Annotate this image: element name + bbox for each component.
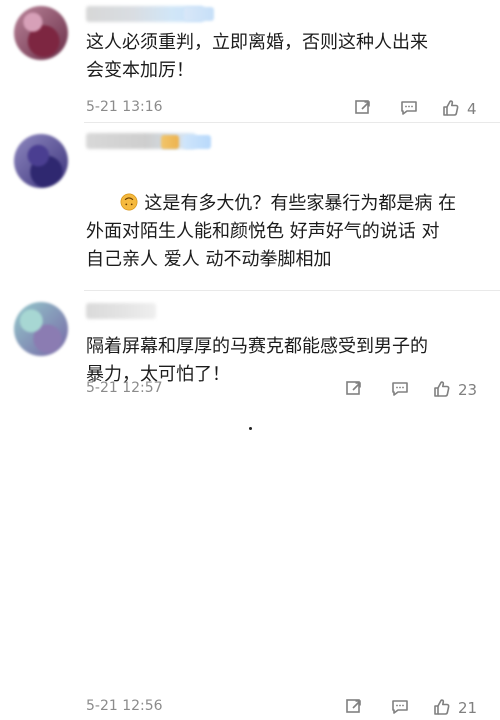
comment-button[interactable] <box>390 696 410 718</box>
comment-button[interactable] <box>399 97 419 119</box>
timestamp: 5-21 12:56 <box>86 698 163 714</box>
like-icon <box>443 100 459 116</box>
comment-meta: 5-21 13:16 4 <box>86 97 477 121</box>
share-button[interactable] <box>344 696 364 718</box>
page-indicator-dot <box>249 427 252 430</box>
comment-text: 这是有多大仇？有些家暴行为都是病 在 外面对陌生人能和颜悦色 好声好气的说话 对… <box>86 162 476 302</box>
timestamp: 5-21 13:16 <box>86 99 163 115</box>
like-button[interactable]: 21 <box>432 696 477 718</box>
comment-text: 这人必须重判，立即离婚，否则这种人出来 会变本加厉！ <box>86 32 428 81</box>
like-icon <box>434 699 450 715</box>
comment-card: 这是有多大仇？有些家暴行为都是病 在 外面对陌生人能和颜悦色 好声好气的说话 对… <box>0 123 500 399</box>
like-button[interactable]: 4 <box>441 97 477 119</box>
like-count: 21 <box>458 698 478 717</box>
badge-blurred <box>161 135 179 149</box>
share-icon <box>346 699 361 713</box>
avatar[interactable] <box>14 134 68 188</box>
comment-card: 隔着屏幕和厚厚的马赛克都能感受到男子的 暴力，太可怕了！ 5-21 12:56 <box>0 291 500 717</box>
share-icon <box>355 100 370 114</box>
avatar[interactable] <box>14 302 68 356</box>
username-blurred[interactable] <box>86 303 156 319</box>
comment-icon <box>401 101 417 115</box>
comment-card: 这人必须重判，立即离婚，否则这种人出来 会变本加厉！ 5-21 13:16 4 <box>0 0 500 122</box>
badge-blurred <box>184 7 214 21</box>
upside-down-face-icon <box>120 193 138 211</box>
comment-thread: 这人必须重判，立即离婚，否则这种人出来 会变本加厉！ 5-21 13:16 4 … <box>0 0 500 717</box>
comment-text: 隔着屏幕和厚厚的马赛克都能感受到男子的 暴力，太可怕了！ <box>86 336 428 385</box>
like-count: 4 <box>467 99 477 118</box>
avatar[interactable] <box>14 6 68 60</box>
comment-meta: 5-21 12:56 21 <box>86 696 477 720</box>
badge-blurred <box>183 135 211 149</box>
comment-text-content: 这是有多大仇？有些家暴行为都是病 在 外面对陌生人能和颜悦色 好声好气的说话 对… <box>86 193 457 270</box>
comment-icon <box>392 700 408 714</box>
username-blurred[interactable] <box>86 133 196 149</box>
share-button[interactable] <box>353 97 373 119</box>
